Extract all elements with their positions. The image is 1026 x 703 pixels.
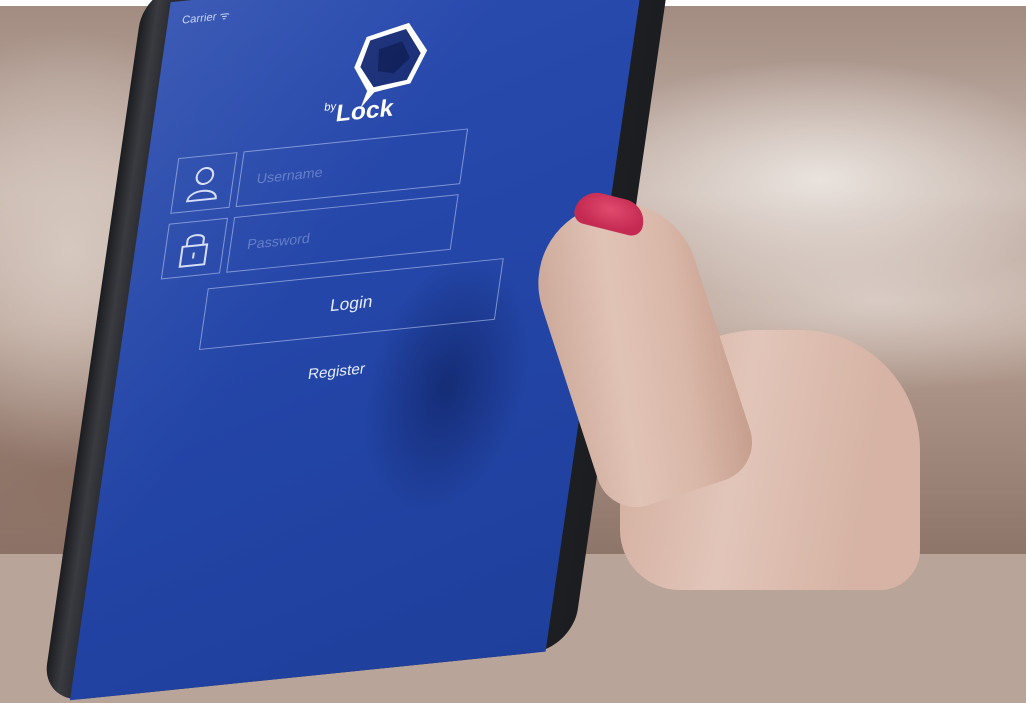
- app-name: byLock: [321, 95, 395, 130]
- username-input[interactable]: [252, 143, 445, 195]
- password-field[interactable]: [226, 194, 459, 273]
- logo-name: Lock: [334, 94, 396, 128]
- user-icon-box: [170, 152, 238, 214]
- logo-super: by: [323, 100, 338, 114]
- lock-logo-icon: [354, 22, 428, 109]
- lock-icon-box: [160, 217, 229, 280]
- status-bar: Carrier ᯤ: [181, 9, 231, 27]
- password-input[interactable]: [243, 209, 436, 261]
- user-icon: [185, 166, 217, 203]
- finger-shadow: [346, 247, 548, 524]
- register-link[interactable]: Register: [307, 360, 366, 383]
- lock-icon: [178, 234, 209, 268]
- username-field[interactable]: [235, 128, 469, 208]
- login-button[interactable]: Login: [198, 258, 504, 351]
